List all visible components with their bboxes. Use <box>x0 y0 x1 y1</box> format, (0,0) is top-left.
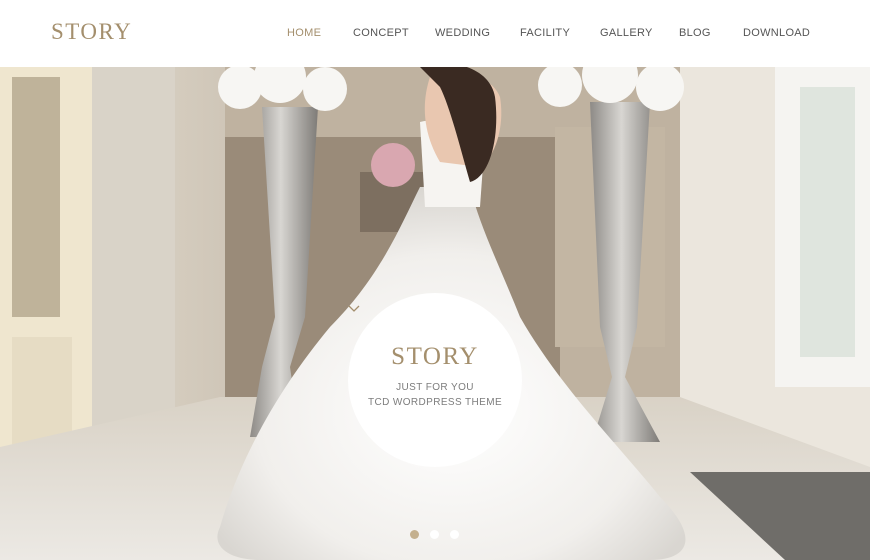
hero-subtitle-line1: JUST FOR YOU <box>396 382 474 393</box>
slider-dot-1[interactable] <box>410 530 419 539</box>
slider-dot-2[interactable] <box>430 530 439 539</box>
hero-caption-circle: STORY JUST FOR YOU TCD WORDPRESS THEME <box>348 293 522 467</box>
main-nav: HOME CONCEPT WEDDING FACILITY GALLERY BL… <box>0 0 870 67</box>
nav-item-blog[interactable]: BLOG <box>679 27 711 39</box>
nav-item-home[interactable]: HOME <box>287 27 321 39</box>
site-header: STORY HOME CONCEPT WEDDING FACILITY GALL… <box>0 0 870 67</box>
slider-dot-3[interactable] <box>450 530 459 539</box>
nav-item-wedding[interactable]: WEDDING <box>435 27 490 39</box>
slider-pagination <box>410 530 459 539</box>
hero-subtitle-line2: TCD WORDPRESS THEME <box>367 397 503 408</box>
chevron-down-icon[interactable] <box>348 305 360 313</box>
nav-item-facility[interactable]: FACILITY <box>520 27 570 39</box>
nav-item-download[interactable]: DOWNLOAD <box>743 27 810 39</box>
nav-item-concept[interactable]: CONCEPT <box>353 27 409 39</box>
hero-title: STORY <box>391 343 479 370</box>
hero-slider: STORY JUST FOR YOU TCD WORDPRESS THEME <box>0 67 870 560</box>
hero-subtitle: JUST FOR YOU TCD WORDPRESS THEME <box>368 380 502 410</box>
nav-item-gallery[interactable]: GALLERY <box>600 27 653 39</box>
